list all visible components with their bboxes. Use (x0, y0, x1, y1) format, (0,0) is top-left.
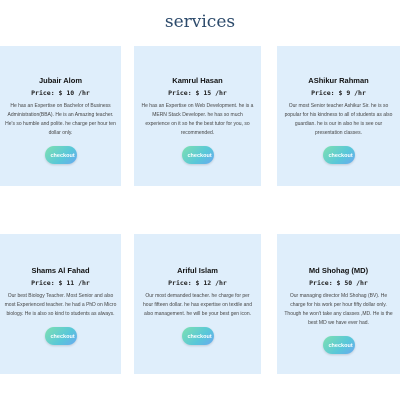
tutor-name: Ariful Islam (177, 266, 218, 275)
tutor-name: Md Shohag (MD) (308, 266, 369, 275)
tutor-name: Shams Al Fahad (31, 266, 90, 275)
tutor-price: Price: $ 50 /hr (309, 279, 368, 287)
tutor-description: He has an Expertise on Bachelor of Busin… (5, 103, 116, 136)
checkout-button[interactable]: checkout (181, 327, 214, 345)
tutor-description: Our most Senior teacher Ashikur Sir. he … (284, 103, 393, 136)
checkout-button[interactable]: checkout (322, 146, 355, 164)
checkout-button[interactable]: checkout (44, 327, 77, 345)
service-card-jubair-alom: Jubair Alom Price: $ 10 /hr He has an Ex… (0, 46, 121, 186)
checkout-button[interactable]: checkout (44, 146, 77, 164)
tutor-price: Price: $ 15 /hr (168, 89, 227, 97)
section-title: services (164, 12, 236, 32)
tutor-name: Jubair Alom (38, 76, 83, 85)
tutor-price: Price: $ 9 /hr (311, 89, 366, 97)
service-card-md-shohag: Md Shohag (MD) Price: $ 50 /hr Our manag… (277, 234, 400, 374)
service-card-kamrul-hasan: Kamrul Hasan Price: $ 15 /hr He has an E… (134, 46, 261, 186)
tutor-description: Our best Biology Teacher. Most Senior an… (4, 293, 117, 317)
service-card-ashikur-rahman: AShikur Rahman Price: $ 9 /hr Our most S… (277, 46, 400, 186)
checkout-button[interactable]: checkout (322, 336, 355, 354)
tutor-price: Price: $ 10 /hr (31, 89, 90, 97)
tutor-description: Our managing director Md Shohag (BV). He… (284, 293, 393, 326)
services-page: services Jubair Alom Price: $ 10 /hr He … (0, 0, 400, 400)
tutor-description: He has an Expertise on Web Development. … (141, 103, 254, 136)
tutor-price: Price: $ 12 /hr (168, 279, 227, 287)
service-card-ariful-islam: Ariful Islam Price: $ 12 /hr Our most de… (134, 234, 261, 374)
tutor-price: Price: $ 11 /hr (31, 279, 90, 287)
tutor-name: AShikur Rahman (308, 76, 369, 85)
tutor-description: Our most demanded teacher. he charge for… (143, 293, 252, 317)
tutor-name: Kamrul Hasan (172, 76, 223, 85)
checkout-button[interactable]: checkout (181, 146, 214, 164)
service-card-shams-al-fahad: Shams Al Fahad Price: $ 11 /hr Our best … (0, 234, 121, 374)
